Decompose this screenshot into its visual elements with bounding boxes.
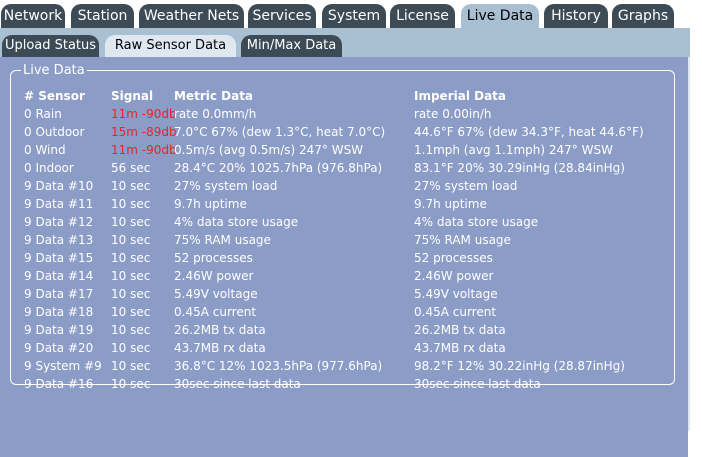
imperial-cell: 26.2MB tx data [414, 323, 506, 337]
metric-cell: 36.8°C 12% 1023.5hPa (977.6hPa) [174, 359, 383, 373]
tab-system[interactable]: System [322, 4, 386, 28]
signal-cell: 10 sec [111, 305, 151, 319]
sensor-cell: 0 Outdoor [24, 125, 85, 139]
signal-cell: 11m -90db [111, 107, 177, 121]
tab-network[interactable]: Network [1, 4, 65, 28]
metric-cell: 52 processes [174, 251, 253, 265]
signal-cell: 10 sec [111, 287, 151, 301]
metric-cell: rate 0.0mm/h [174, 107, 257, 121]
sensor-cell: 0 Indoor [24, 161, 74, 175]
imperial-cell: 2.46W power [414, 269, 494, 283]
header-signal: Signal [111, 89, 154, 103]
sensor-cell: 9 Data #14 [24, 269, 94, 283]
imperial-cell: 30sec since last data [414, 377, 541, 391]
imperial-cell: 43.7MB rx data [414, 341, 506, 355]
subtab-min-max-data[interactable]: Min/Max Data [241, 35, 342, 57]
live-data-legend: Live Data [23, 63, 85, 78]
tab-weather-nets[interactable]: Weather Nets [139, 4, 244, 28]
signal-cell: 10 sec [111, 197, 151, 211]
sensor-cell: 0 Rain [24, 107, 62, 121]
subtab-raw-sensor-data[interactable]: Raw Sensor Data [105, 35, 236, 57]
sensor-cell: 9 Data #15 [24, 251, 94, 265]
sensor-cell: 9 Data #18 [24, 305, 94, 319]
metric-cell: 30sec since last data [174, 377, 301, 391]
raw-sensor-panel: Live Data # Sensor Signal Metric Data Im… [0, 57, 690, 457]
sensor-cell: 9 Data #17 [24, 287, 94, 301]
signal-cell: 10 sec [111, 359, 151, 373]
tab-live-data[interactable]: Live Data [461, 4, 539, 28]
sensor-cell: 0 Wind [24, 143, 66, 157]
metric-cell: 5.49V voltage [174, 287, 258, 301]
metric-cell: 0.5m/s (avg 0.5m/s) 247° WSW [174, 143, 364, 157]
sensor-cell: 9 Data #12 [24, 215, 94, 229]
header-sensor: # Sensor [24, 89, 85, 103]
signal-cell: 10 sec [111, 323, 151, 337]
signal-cell: 10 sec [111, 233, 151, 247]
metric-cell: 27% system load [174, 179, 278, 193]
header-imperial: Imperial Data [414, 89, 507, 103]
imperial-cell: 52 processes [414, 251, 493, 265]
main-tab-bar: Network Station Weather Nets Services Sy… [0, 0, 702, 28]
signal-cell: 10 sec [111, 251, 151, 265]
signal-cell: 10 sec [111, 179, 151, 193]
imperial-cell: 27% system load [414, 179, 518, 193]
subtab-upload-status[interactable]: Upload Status [2, 35, 99, 57]
metric-cell: 28.4°C 20% 1025.7hPa (976.8hPa) [174, 161, 383, 175]
tab-station[interactable]: Station [71, 4, 134, 28]
live-data-fieldset: Live Data [10, 63, 675, 385]
imperial-cell: 0.45A current [414, 305, 497, 319]
signal-cell: 56 sec [111, 161, 151, 175]
tab-services[interactable]: Services [248, 4, 316, 28]
sensor-cell: 9 Data #20 [24, 341, 94, 355]
signal-cell: 15m -89db [111, 125, 177, 139]
imperial-cell: 98.2°F 12% 30.22inHg (28.87inHg) [414, 359, 625, 373]
imperial-cell: 75% RAM usage [414, 233, 511, 247]
tab-graphs[interactable]: Graphs [612, 4, 674, 28]
metric-cell: 2.46W power [174, 269, 254, 283]
live-data-section: Upload Status Raw Sensor Data Min/Max Da… [0, 28, 690, 457]
content-area: Live Data # Sensor Signal Metric Data Im… [0, 57, 688, 457]
imperial-cell: 1.1mph (avg 1.1mph) 247° WSW [414, 143, 613, 157]
imperial-cell: 4% data store usage [414, 215, 539, 229]
metric-cell: 26.2MB tx data [174, 323, 266, 337]
header-metric: Metric Data [174, 89, 254, 103]
sensor-cell: 9 Data #10 [24, 179, 94, 193]
sensor-cell: 9 Data #19 [24, 323, 94, 337]
metric-cell: 7.0°C 67% (dew 1.3°C, heat 7.0°C) [174, 125, 386, 139]
sensor-cell: 9 Data #13 [24, 233, 94, 247]
tab-license[interactable]: License [390, 4, 455, 28]
tab-history[interactable]: History [544, 4, 608, 28]
imperial-cell: 83.1°F 20% 30.29inHg (28.84inHg) [414, 161, 625, 175]
signal-cell: 10 sec [111, 341, 151, 355]
sensor-cell: 9 System #9 [24, 359, 102, 373]
imperial-cell: 9.7h uptime [414, 197, 487, 211]
metric-cell: 4% data store usage [174, 215, 299, 229]
metric-cell: 0.45A current [174, 305, 257, 319]
signal-cell: 11m -90db [111, 143, 177, 157]
sensor-cell: 9 Data #16 [24, 377, 94, 391]
metric-cell: 9.7h uptime [174, 197, 247, 211]
signal-cell: 10 sec [111, 269, 151, 283]
sensor-cell: 9 Data #11 [24, 197, 94, 211]
imperial-cell: 5.49V voltage [414, 287, 498, 301]
imperial-cell: 44.6°F 67% (dew 34.3°F, heat 44.6°F) [414, 125, 644, 139]
metric-cell: 75% RAM usage [174, 233, 271, 247]
signal-cell: 10 sec [111, 377, 151, 391]
metric-cell: 43.7MB rx data [174, 341, 266, 355]
imperial-cell: rate 0.00in/h [414, 107, 492, 121]
signal-cell: 10 sec [111, 215, 151, 229]
